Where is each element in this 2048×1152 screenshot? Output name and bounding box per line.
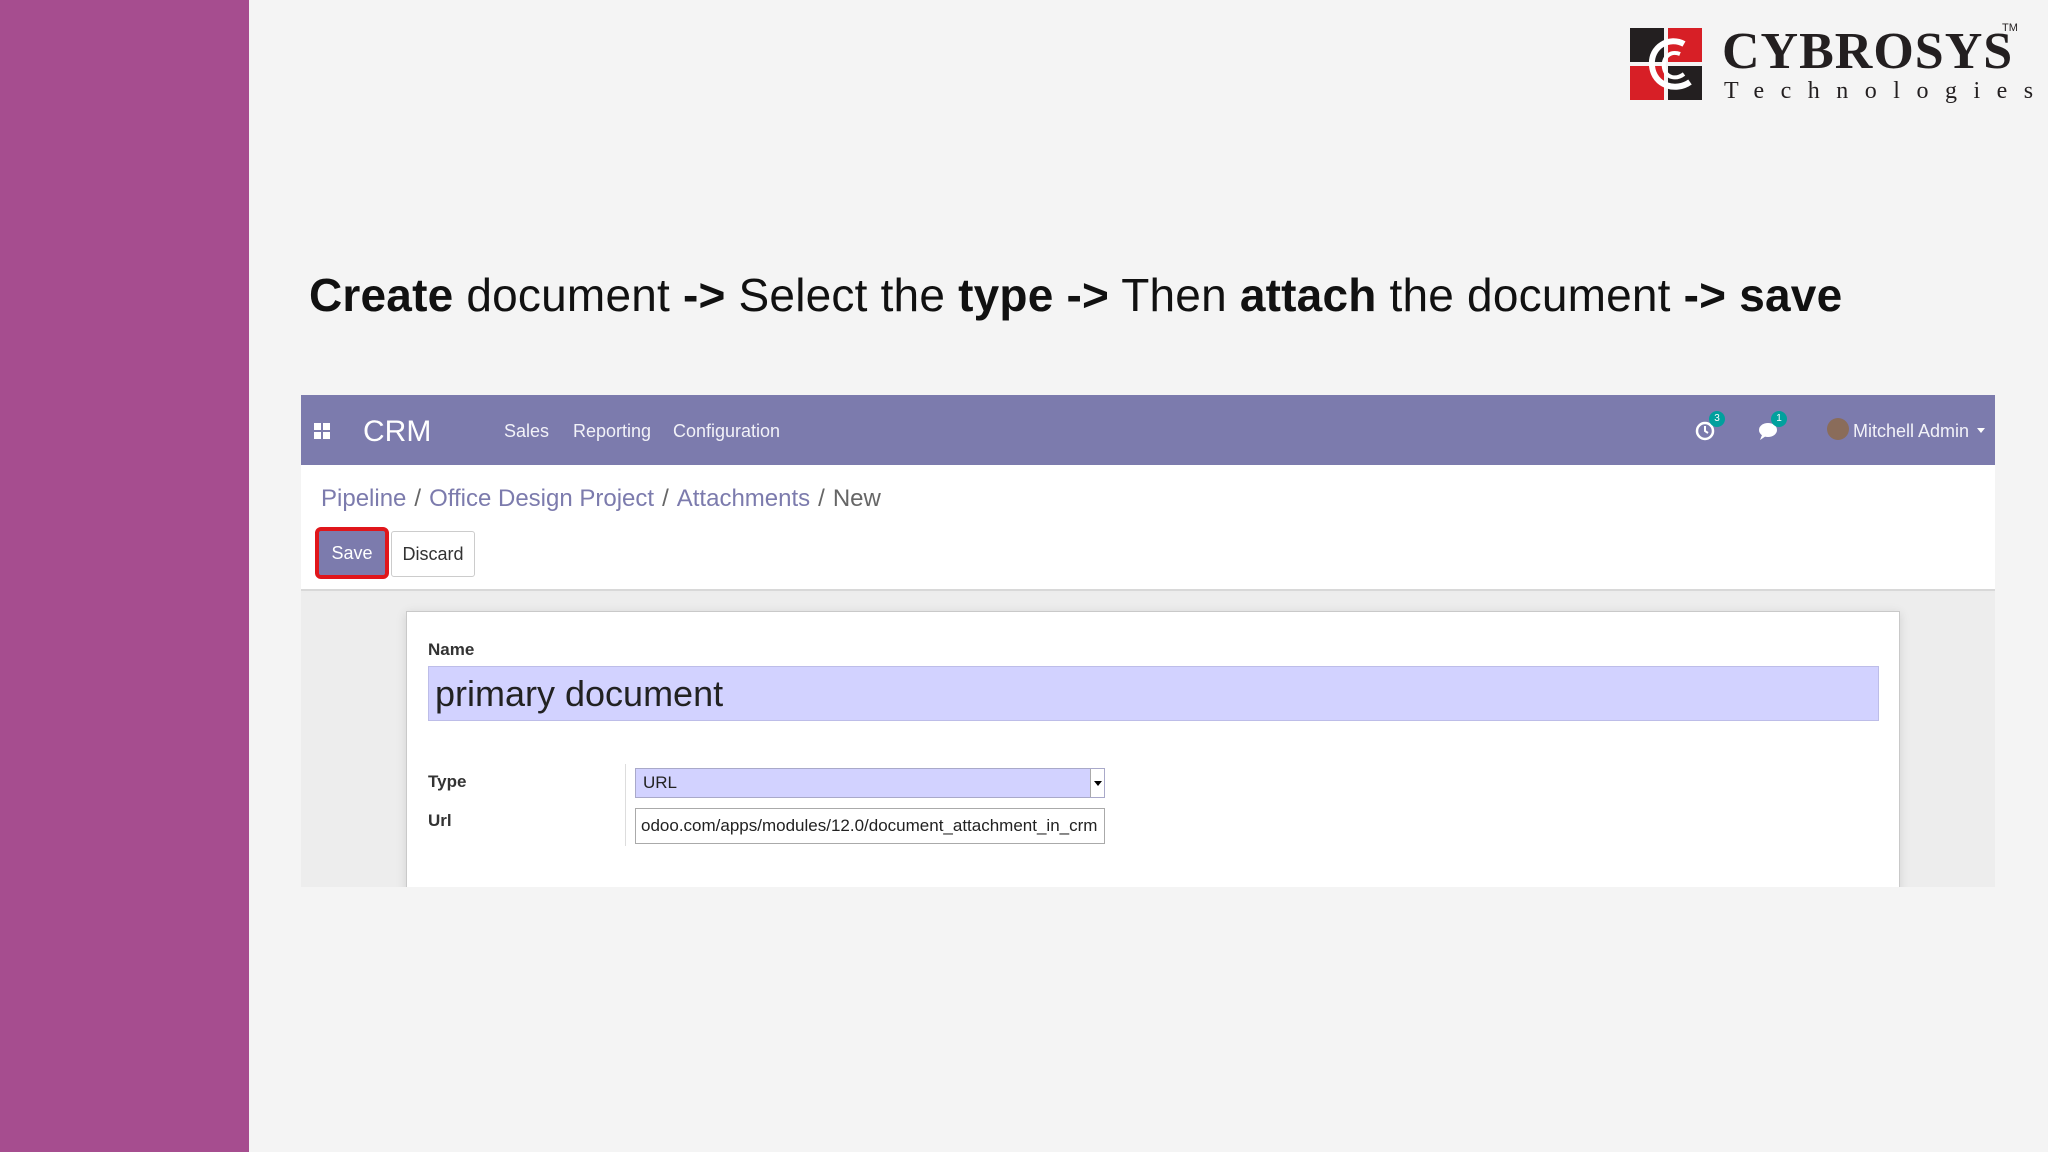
url-field[interactable]: odoo.com/apps/modules/12.0/document_atta… (635, 808, 1105, 844)
instruction-part: -> (1066, 269, 1110, 321)
cybrosys-logo-icon (1630, 28, 1702, 100)
form-sheet: Name primary document Type Url URL odoo.… (406, 611, 1900, 887)
odoo-screenshot: CRM Sales Reporting Configuration 3 1 Mi… (301, 395, 1995, 887)
breadcrumb-opportunity[interactable]: Office Design Project (429, 485, 654, 512)
instruction-part: Select the (725, 269, 959, 321)
instruction-part: -> save (1683, 269, 1843, 321)
discard-button[interactable]: Discard (391, 531, 475, 577)
menu-configuration[interactable]: Configuration (673, 421, 780, 442)
breadcrumb: Pipeline / Office Design Project / Attachmen… (321, 485, 881, 513)
instruction-part: Then (1109, 269, 1240, 321)
instruction-part: type (958, 269, 1054, 321)
instruction-part (1054, 269, 1067, 321)
type-label: Type (428, 772, 467, 791)
user-menu-name[interactable]: Mitchell Admin (1853, 421, 1969, 442)
user-avatar[interactable] (1827, 418, 1849, 440)
breadcrumb-current: New (832, 485, 881, 512)
instruction-part: Create (309, 269, 454, 321)
app-brand[interactable]: CRM (363, 415, 431, 449)
url-label: Url (428, 811, 452, 830)
name-label: Name (428, 640, 475, 659)
user-menu-caret-icon[interactable] (1977, 428, 1985, 433)
instruction-part: document (453, 269, 683, 321)
menu-reporting[interactable]: Reporting (573, 421, 651, 442)
instruction-part: -> (682, 269, 726, 321)
breadcrumb-attachments[interactable]: Attachments (677, 485, 810, 512)
breadcrumb-pipeline[interactable]: Pipeline (321, 485, 406, 512)
message-count-badge: 1 (1771, 411, 1787, 427)
control-panel: Pipeline / Office Design Project / Attachmen… (301, 465, 1995, 591)
logo-wordmark: CYBROSYS (1722, 23, 2014, 80)
activity-button[interactable]: 3 (1695, 411, 1725, 447)
logo-subtitle: Technologies (1724, 78, 2048, 104)
breadcrumb-separator: / (818, 485, 825, 512)
dropdown-arrow-icon[interactable] (1090, 769, 1104, 797)
messages-button[interactable]: 1 (1757, 411, 1787, 447)
type-select[interactable]: URL (635, 768, 1105, 798)
instruction-part: attach (1239, 269, 1377, 321)
instruction-part: the document (1376, 269, 1684, 321)
name-field[interactable]: primary document (428, 666, 1879, 721)
slide-side-bar (0, 0, 249, 1152)
save-button[interactable]: Save (315, 527, 389, 579)
cybrosys-logo: CYBROSYS TM Technologies (1630, 22, 2033, 106)
activity-count-badge: 3 (1709, 411, 1725, 427)
breadcrumb-separator: / (414, 485, 422, 512)
logo-trademark: TM (2002, 22, 2018, 34)
field-divider (625, 764, 626, 846)
menu-sales[interactable]: Sales (504, 421, 549, 442)
apps-menu-icon[interactable] (314, 423, 330, 439)
top-navbar: CRM Sales Reporting Configuration 3 1 Mi… (301, 395, 1995, 465)
instruction-heading: Create document -> Select the type -> Th… (309, 268, 1842, 322)
breadcrumb-separator: / (662, 485, 669, 512)
type-select-value: URL (643, 773, 678, 792)
